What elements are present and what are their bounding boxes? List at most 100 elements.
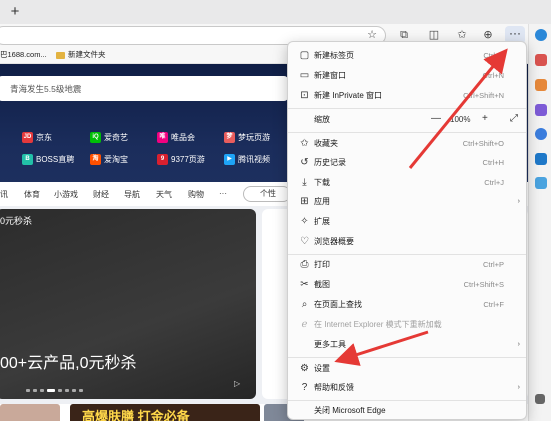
personalize-button[interactable]: 个性: [243, 186, 291, 202]
site-link-boss[interactable]: B BOSS直聘: [22, 154, 74, 166]
menu-item-ie-mode: ℯ 在 Internet Explorer 模式下重新加载: [288, 315, 526, 335]
inprivate-icon: ⊡: [300, 90, 309, 101]
site-link-aitaobao[interactable]: 淘爱淘宝: [90, 154, 128, 166]
menu-item-label: 打印: [314, 260, 330, 269]
menu-item-shortcut: Ctrl+Shift+S: [463, 280, 504, 289]
copilot-icon[interactable]: [535, 29, 547, 41]
tencent-video-icon: ▶: [224, 154, 235, 166]
essentials-icon: ♡: [300, 236, 309, 247]
menu-item-new-window[interactable]: ▭ 新建窗口 Ctrl+N: [288, 66, 526, 86]
carousel-dot[interactable]: [72, 389, 76, 392]
carousel-dot[interactable]: [40, 389, 44, 392]
print-icon: ⎙: [300, 259, 309, 270]
feed-thumbnail[interactable]: [0, 404, 60, 421]
feed-banner-text: 高爆肤膳 打金必备: [82, 409, 190, 421]
menu-item-extensions[interactable]: ✧ 扩展: [288, 212, 526, 232]
menu-item-shortcut: Ctrl+T: [483, 51, 504, 60]
edge-sidebar: [528, 24, 551, 421]
nav-item[interactable]: 购物: [188, 189, 204, 200]
site-label: 9377页游: [171, 155, 205, 164]
new-tab-button[interactable]: +: [6, 4, 24, 20]
nav-item[interactable]: 体育: [24, 189, 40, 200]
nav-more[interactable]: ···: [219, 189, 227, 198]
menu-item-print[interactable]: ⎙ 打印 Ctrl+P: [288, 255, 526, 275]
fullscreen-icon[interactable]: ⤢: [510, 113, 518, 125]
nav-item[interactable]: 天气: [156, 189, 172, 200]
promo-headline: 00+云产品,0元秒杀: [0, 355, 137, 372]
play-icon[interactable]: ▷: [234, 379, 240, 388]
menu-divider: [288, 132, 526, 133]
carousel-dots[interactable]: [26, 385, 106, 392]
nav-item[interactable]: 小游戏: [54, 189, 78, 200]
promo-subtitle: 0元秒杀: [0, 216, 33, 226]
nav-item[interactable]: 财经: [93, 189, 109, 200]
menu-item-label: 应用: [314, 197, 330, 206]
menu-item-new-inprivate[interactable]: ⊡ 新建 InPrivate 窗口 Ctrl+Shift+N: [288, 86, 526, 106]
site-link-tencent-video[interactable]: ▶ 腾讯视频: [224, 154, 270, 166]
microsoft365-icon[interactable]: [535, 128, 547, 140]
menu-divider: [288, 108, 526, 109]
taobao-icon: 淘: [90, 154, 101, 166]
menu-item-browser-essentials[interactable]: ♡ 浏览器概要: [288, 232, 526, 252]
send-icon[interactable]: [535, 177, 547, 189]
menu-item-apps[interactable]: ⊞ 应用 ›: [288, 192, 526, 212]
menu-item-find-on-page[interactable]: ⌕ 在页面上查找 Ctrl+F: [288, 295, 526, 315]
chevron-right-icon: ›: [517, 384, 520, 391]
menu-item-screenshot[interactable]: ✂ 截图 Ctrl+Shift+S: [288, 275, 526, 295]
chevron-right-icon: ›: [517, 341, 520, 348]
new-window-icon: ▭: [299, 70, 310, 81]
site-link-iqiyi[interactable]: iQ 爱奇艺: [90, 132, 128, 144]
nav-item[interactable]: 导航: [124, 189, 140, 200]
carousel-dot[interactable]: [33, 389, 37, 392]
search-input[interactable]: 青海发生5.5级地震: [0, 76, 288, 101]
favorite-folder-label: 新建文件夹: [68, 50, 106, 59]
menu-item-label: 更多工具: [314, 340, 346, 349]
menu-item-close-edge[interactable]: 关闭 Microsoft Edge: [288, 401, 526, 419]
nav-item[interactable]: 讯: [0, 189, 8, 200]
help-icon: ?: [301, 382, 308, 393]
menu-item-history[interactable]: ↺ 历史记录 Ctrl+H: [288, 153, 526, 173]
menu-item-help-feedback[interactable]: ? 帮助和反馈 ›: [288, 378, 526, 398]
favorite-item[interactable]: 巴1688.com...: [0, 49, 47, 61]
game-9377-icon: 9: [157, 154, 168, 166]
zoom-out-button[interactable]: —: [431, 113, 441, 125]
shopping-icon[interactable]: [535, 79, 547, 91]
tab-strip: +: [0, 0, 551, 24]
carousel-dot[interactable]: [65, 389, 69, 392]
site-link-9377[interactable]: 9 9377页游: [157, 154, 205, 166]
menu-item-label: 收藏夹: [314, 139, 338, 148]
site-link-mengwan[interactable]: 梦梦玩页游: [224, 132, 270, 144]
favorite-folder[interactable]: 新建文件夹: [56, 49, 106, 61]
site-label: 京东: [36, 133, 52, 142]
promo-banner[interactable]: 0元秒杀 00+云产品,0元秒杀 ▷: [0, 209, 256, 399]
games-icon[interactable]: [535, 104, 547, 116]
screenshot-icon: ✂: [300, 279, 309, 290]
menu-item-new-tab[interactable]: ▢ 新建标签页 Ctrl+T: [288, 46, 526, 66]
favorite-label: 巴1688.com...: [0, 50, 47, 59]
carousel-dot[interactable]: [26, 389, 30, 392]
menu-item-shortcut: Ctrl+F: [483, 300, 504, 309]
site-link-vip[interactable]: 唯唯品会: [157, 132, 195, 144]
boss-icon: B: [22, 154, 33, 166]
carousel-dot[interactable]: [79, 389, 83, 392]
menu-item-zoom: 缩放 — 100% + ⤢: [288, 110, 526, 130]
menu-item-more-tools[interactable]: 更多工具 ›: [288, 335, 526, 355]
zoom-in-button[interactable]: +: [482, 113, 488, 125]
carousel-dot-active[interactable]: [47, 389, 55, 392]
menu-divider: [288, 357, 526, 358]
search-placeholder: 青海发生5.5级地震: [10, 84, 82, 94]
menu-item-label: 历史记录: [314, 158, 346, 167]
menu-item-label: 在页面上查找: [314, 300, 362, 309]
outlook-icon[interactable]: [535, 153, 547, 165]
star-list-icon: ✩: [300, 138, 309, 149]
site-link-jd[interactable]: JD 京东: [22, 132, 52, 144]
menu-item-favorites[interactable]: ✩ 收藏夹 Ctrl+Shift+O: [288, 134, 526, 154]
tools-icon[interactable]: [535, 54, 547, 66]
menu-item-settings[interactable]: ⚙ 设置: [288, 359, 526, 379]
menu-item-shortcut: Ctrl+P: [482, 260, 504, 269]
menu-item-downloads[interactable]: ⤓ 下载 Ctrl+J: [288, 173, 526, 193]
sidebar-settings-icon[interactable]: [535, 394, 545, 404]
site-label: 腾讯视频: [238, 155, 270, 164]
zoom-level: 100%: [450, 115, 471, 124]
carousel-dot[interactable]: [58, 389, 62, 392]
